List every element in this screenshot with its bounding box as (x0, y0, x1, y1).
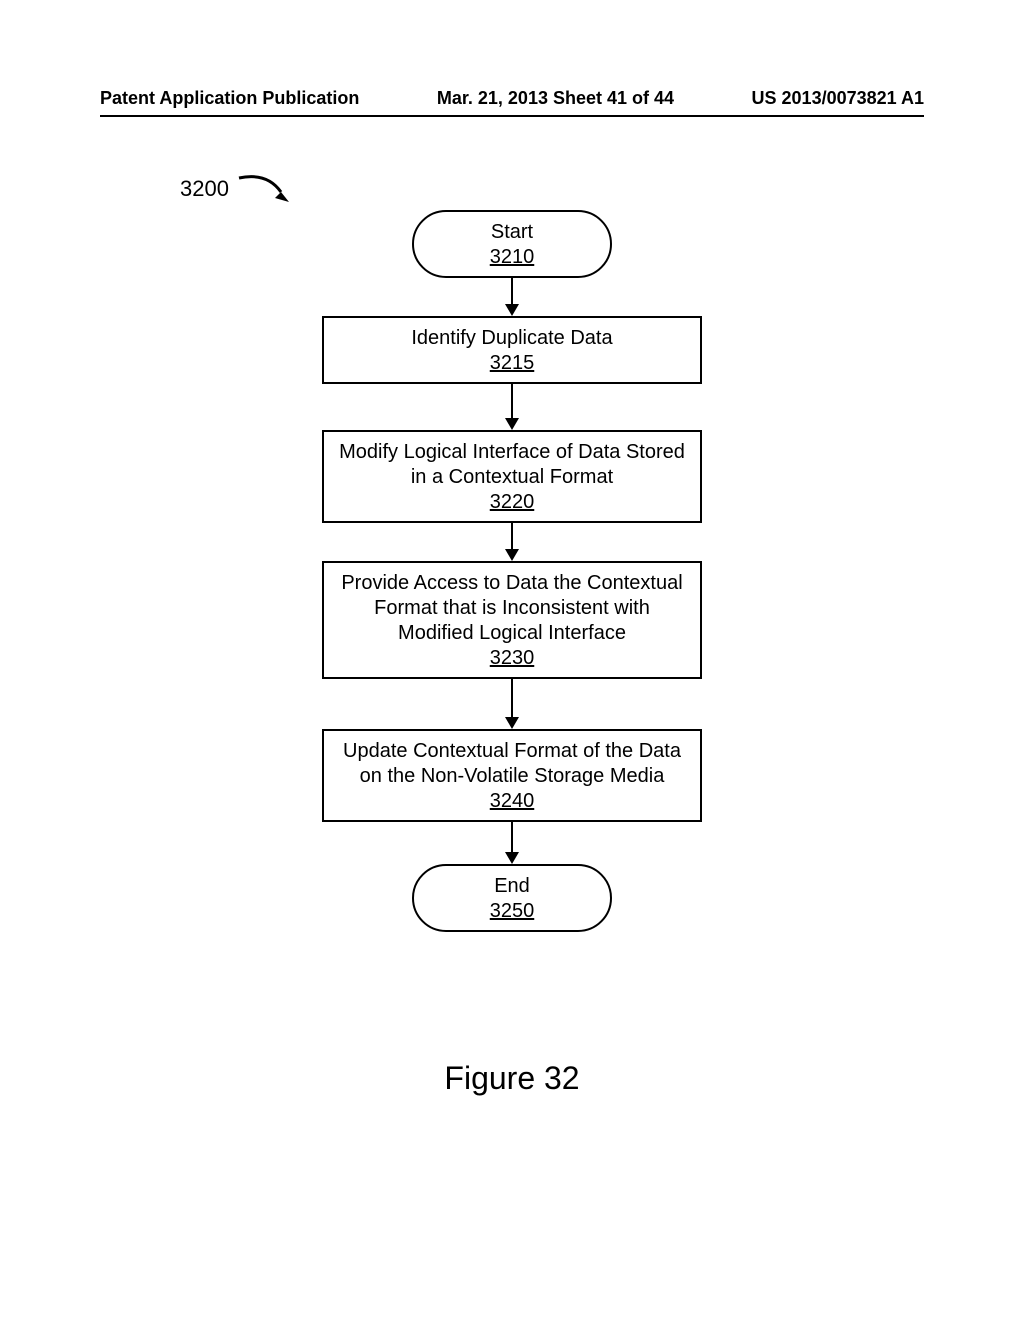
header-center: Mar. 21, 2013 Sheet 41 of 44 (437, 88, 674, 109)
header-rule (100, 115, 924, 117)
header-left: Patent Application Publication (100, 88, 359, 109)
step1-ref: 3215 (338, 351, 686, 376)
arrow-icon (511, 523, 513, 561)
process-update-format: Update Contextual Format of the Data on … (322, 729, 702, 822)
end-node: End 3250 (412, 864, 612, 932)
flowchart-reference-label: 3200 (180, 174, 295, 204)
arrow-icon (511, 384, 513, 430)
arrow-icon (511, 822, 513, 864)
process-modify-interface: Modify Logical Interface of Data Stored … (322, 430, 702, 523)
step2-label: Modify Logical Interface of Data Stored … (338, 440, 686, 490)
curved-arrow-icon (237, 174, 295, 204)
page-header: Patent Application Publication Mar. 21, … (100, 88, 924, 109)
step4-ref: 3240 (338, 789, 686, 814)
start-ref: 3210 (422, 245, 602, 270)
figure-caption: Figure 32 (444, 1060, 579, 1097)
header-right: US 2013/0073821 A1 (752, 88, 924, 109)
flow-ref-number: 3200 (180, 176, 229, 202)
flowchart: Start 3210 Identify Duplicate Data 3215 … (312, 210, 712, 932)
arrow-icon (511, 278, 513, 316)
end-label: End (422, 874, 602, 899)
step3-label: Provide Access to Data the Contextual Fo… (338, 571, 686, 646)
process-identify-duplicate: Identify Duplicate Data 3215 (322, 316, 702, 384)
step3-ref: 3230 (338, 646, 686, 671)
start-node: Start 3210 (412, 210, 612, 278)
step2-ref: 3220 (338, 490, 686, 515)
arrow-icon (511, 679, 513, 729)
step4-label: Update Contextual Format of the Data on … (338, 739, 686, 789)
end-ref: 3250 (422, 899, 602, 924)
start-label: Start (422, 220, 602, 245)
step1-label: Identify Duplicate Data (338, 326, 686, 351)
process-provide-access: Provide Access to Data the Contextual Fo… (322, 561, 702, 679)
page: Patent Application Publication Mar. 21, … (0, 0, 1024, 1320)
